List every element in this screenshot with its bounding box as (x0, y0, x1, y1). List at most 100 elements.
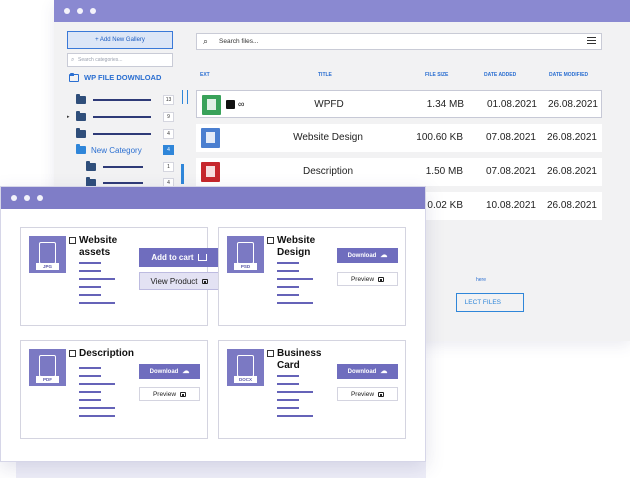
date-added: 07.08.2021 (485, 166, 536, 177)
add-to-cart-button[interactable]: Add to cart (139, 248, 219, 267)
category-count: 4 (163, 145, 174, 155)
window-dot[interactable] (37, 195, 43, 201)
add-gallery-button[interactable]: + Add New Gallery (67, 31, 173, 49)
date-added: 07.08.2021 (485, 132, 536, 143)
table-row[interactable]: Description 1.50 MB 07.08.2021 26.08.202… (196, 158, 602, 186)
panel-resize-handle[interactable] (182, 90, 188, 104)
file-thumbnail: PDF (29, 349, 66, 386)
download-button[interactable]: Download ☁ (139, 364, 200, 379)
file-title: WPFD (314, 99, 344, 110)
category-name-placeholder (93, 99, 151, 101)
category-name-placeholder (93, 133, 151, 135)
file-type-badge: PDF (36, 376, 59, 383)
category-item[interactable]: ▸ 9 (67, 111, 174, 123)
file-type-badge: PSD (234, 263, 257, 270)
date-modified: 26.08.2021 (546, 132, 597, 143)
active-indicator (181, 164, 184, 184)
upload-hint-link[interactable]: here (476, 277, 486, 283)
image-file-icon (39, 242, 56, 264)
download-label: Download (347, 368, 377, 375)
column-date-added[interactable]: DATE ADDED (484, 72, 516, 78)
preview-label: Preview (350, 390, 375, 398)
download-label: Download (347, 252, 377, 259)
root-folder[interactable]: WP FILE DOWNLOAD (69, 72, 162, 82)
card-title: Website assets (79, 235, 118, 258)
table-row[interactable]: Website Design 100.60 KB 07.08.2021 26.0… (196, 124, 602, 152)
file-size: 1.50 MB (425, 166, 463, 177)
expand-caret-icon[interactable]: ▸ (67, 114, 70, 120)
description-placeholder (277, 375, 313, 423)
select-checkbox[interactable] (267, 350, 274, 357)
card-title: Business Card (277, 348, 322, 371)
window-dot[interactable] (11, 195, 17, 201)
folder-icon (69, 72, 79, 82)
folder-icon (76, 94, 86, 104)
file-search-input[interactable]: ⌕ Search files... (196, 33, 602, 50)
select-checkbox[interactable] (267, 237, 274, 244)
folder-icon (76, 144, 86, 154)
description-placeholder (277, 262, 313, 310)
select-checkbox[interactable] (69, 350, 76, 357)
table-header: EXT TITLE FILE SIZE DATE ADDED DATE MODI… (194, 72, 604, 82)
preview-icon (201, 278, 208, 284)
card-title: Website Design (277, 235, 316, 258)
select-checkbox[interactable] (69, 237, 76, 244)
window-titlebar (1, 187, 425, 209)
category-item[interactable]: 4 (74, 128, 174, 140)
file-type-badge: JPG (36, 263, 59, 270)
file-card: PSD Website Design Download ☁ Preview (218, 227, 406, 326)
table-row[interactable]: ∞ WPFD 1.34 MB 01.08.2021 26.08.2021 (196, 90, 602, 118)
category-count: 4 (163, 129, 174, 139)
preview-button[interactable]: Preview (139, 387, 200, 401)
preview-label: Preview (152, 390, 177, 398)
category-count: 9 (163, 112, 174, 122)
date-modified: 26.08.2021 (546, 200, 597, 211)
category-search-input[interactable]: Search categories... (67, 53, 173, 67)
column-ext[interactable]: EXT (200, 72, 210, 78)
file-thumbnail: PSD (227, 236, 264, 273)
folder-icon (86, 161, 96, 171)
folder-icon (76, 128, 86, 138)
subcategory-item[interactable]: 1 (84, 161, 174, 173)
preview-icon (378, 276, 385, 282)
download-button[interactable]: Download ☁ (337, 248, 398, 263)
preview-icon (180, 391, 187, 397)
file-card: DOCX Business Card Download ☁ Preview (218, 340, 406, 439)
date-modified: 26.08.2021 (547, 99, 598, 110)
filter-icon[interactable] (587, 37, 596, 45)
window-dot[interactable] (64, 8, 70, 14)
cloud-download-icon: ☁ (182, 368, 190, 375)
date-added: 10.08.2021 (485, 200, 536, 211)
file-type-icon (201, 162, 220, 182)
window-titlebar (54, 0, 630, 22)
category-name-placeholder (103, 166, 143, 168)
download-button[interactable]: Download ☁ (337, 364, 398, 379)
add-to-cart-label: Add to cart (151, 253, 194, 262)
view-product-label: View Product (150, 276, 198, 286)
window-dot[interactable] (90, 8, 96, 14)
download-label: Download (149, 368, 179, 375)
category-label: New Category (91, 145, 142, 155)
preview-button[interactable]: Preview (337, 272, 398, 286)
file-search-placeholder: Search files... (219, 38, 259, 45)
category-item-active[interactable]: New Category 4 (74, 144, 174, 156)
category-name-placeholder (93, 116, 151, 118)
cart-icon (197, 254, 207, 261)
column-date-modified[interactable]: DATE MODIFIED (549, 72, 588, 78)
file-thumbnail: JPG (29, 236, 66, 273)
root-folder-label: WP FILE DOWNLOAD (84, 73, 162, 82)
window-dot[interactable] (77, 8, 83, 14)
preview-label: Preview (350, 275, 375, 283)
select-files-button[interactable]: LECT FILES (456, 293, 524, 312)
pdf-file-icon (39, 355, 56, 377)
preview-button[interactable]: Preview (337, 387, 398, 401)
category-item[interactable]: 13 (74, 94, 174, 106)
edit-icon[interactable] (226, 100, 235, 109)
file-type-icon (201, 128, 220, 148)
window-dot[interactable] (24, 195, 30, 201)
view-product-button[interactable]: View Product (139, 272, 219, 290)
docx-file-icon (237, 355, 254, 377)
column-title[interactable]: TITLE (318, 72, 332, 78)
column-size[interactable]: FILE SIZE (425, 72, 448, 78)
file-title: Description (302, 166, 354, 177)
